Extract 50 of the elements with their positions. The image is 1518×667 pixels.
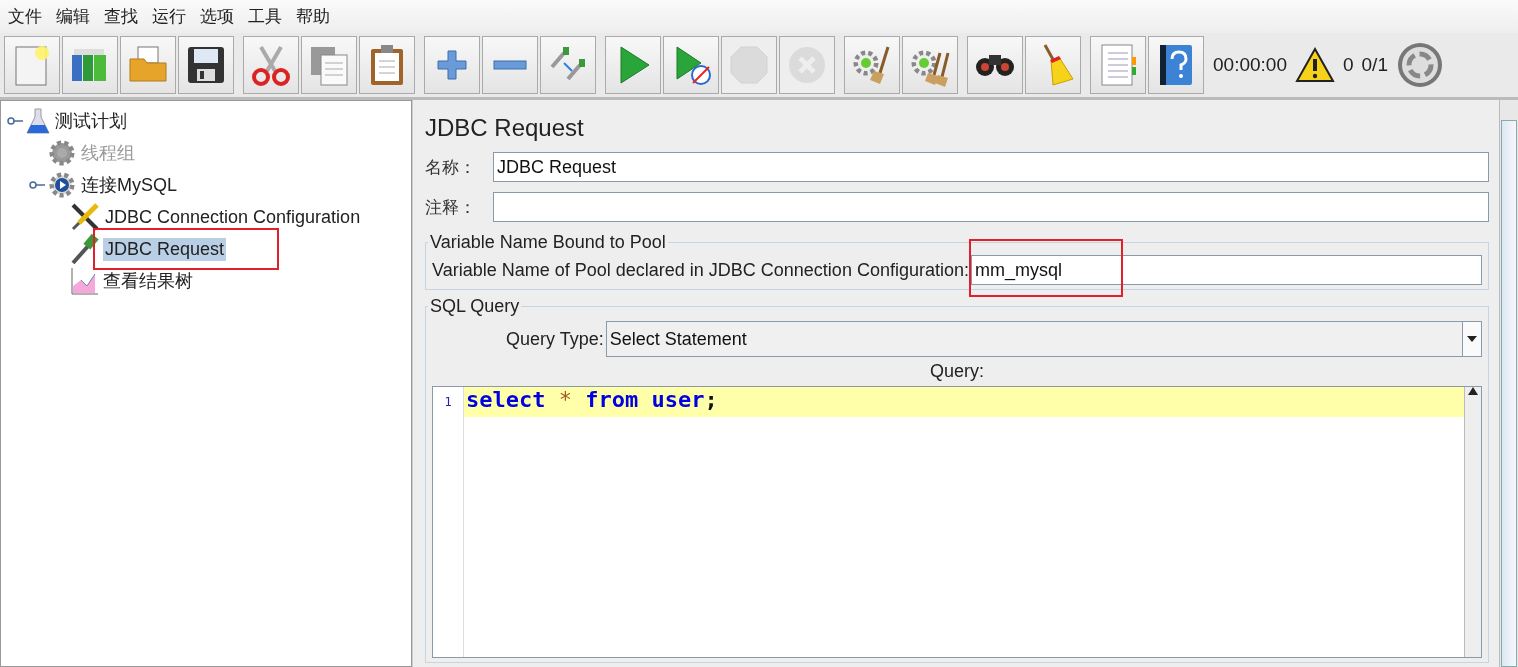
tree-item[interactable]: 查看结果树	[101, 268, 195, 294]
scroll-up-icon	[1468, 387, 1478, 395]
tree-item[interactable]: JDBC Connection Configuration	[103, 205, 363, 229]
menu-item[interactable]: 文件	[8, 5, 56, 28]
scrollbar-thumb[interactable]	[1501, 120, 1517, 667]
tree-item[interactable]: 测试计划	[53, 108, 129, 134]
toolbar-button[interactable]	[967, 36, 1023, 94]
chart-icon	[69, 266, 99, 296]
stop-icon	[727, 43, 771, 87]
menu-item[interactable]: 运行	[152, 5, 200, 28]
section-title: SQL Query	[429, 296, 521, 317]
wrench-screwdriver-icon	[69, 201, 101, 233]
gear-icon	[47, 138, 77, 168]
comment-field[interactable]	[493, 192, 1489, 222]
field-label: 名称：	[425, 155, 477, 179]
dropdown-arrow-icon	[1467, 336, 1477, 342]
field-label: Query Type:	[506, 328, 604, 350]
field-label: Query:	[929, 361, 985, 382]
tree-item[interactable]: 连接MySQL	[79, 172, 179, 198]
field-label: 注释：	[425, 195, 477, 219]
name-field[interactable]: JDBC Request	[493, 152, 1489, 182]
expand-handle-icon	[7, 116, 23, 126]
pool-name-field[interactable]: mm_mysql	[970, 255, 1482, 285]
thread-count: 0/1	[1361, 54, 1388, 76]
query-editor[interactable]: 1 select * from user;	[432, 386, 1482, 658]
scrollbar[interactable]	[1499, 100, 1518, 667]
elapsed-time: 00:00:00	[1213, 54, 1287, 76]
menu-item[interactable]: 帮助	[296, 5, 344, 28]
toolbar-button[interactable]	[1148, 36, 1204, 94]
menu-item[interactable]: 编辑	[56, 5, 104, 28]
toolbar-button[interactable]	[178, 36, 234, 94]
field-label: Variable Name of Pool declared in JDBC Connection Configuration:	[432, 259, 969, 281]
section-title: Variable Name Bound to Pool	[429, 232, 667, 253]
scissors-icon	[249, 43, 293, 87]
gear-play-icon	[47, 170, 77, 200]
panel-title: JDBC Request	[425, 114, 585, 142]
warning-icon	[1294, 47, 1335, 83]
menu-item[interactable]: 工具	[248, 5, 296, 28]
binoculars-icon	[975, 53, 1015, 77]
menu-item[interactable]: 选项	[200, 5, 248, 28]
tree-item[interactable]: JDBC Request	[103, 237, 227, 261]
pipette-icon	[69, 233, 101, 265]
minus-icon	[493, 60, 527, 70]
status-indicator-icon	[1395, 41, 1444, 89]
expand-handle-icon	[29, 180, 45, 190]
flask-icon	[25, 107, 51, 135]
query-type-dropdown[interactable]: Select Statement	[605, 321, 1482, 357]
line-number: 1	[443, 394, 453, 411]
menu-item[interactable]: 查找	[104, 5, 152, 28]
warning-count: 0	[1342, 54, 1354, 76]
